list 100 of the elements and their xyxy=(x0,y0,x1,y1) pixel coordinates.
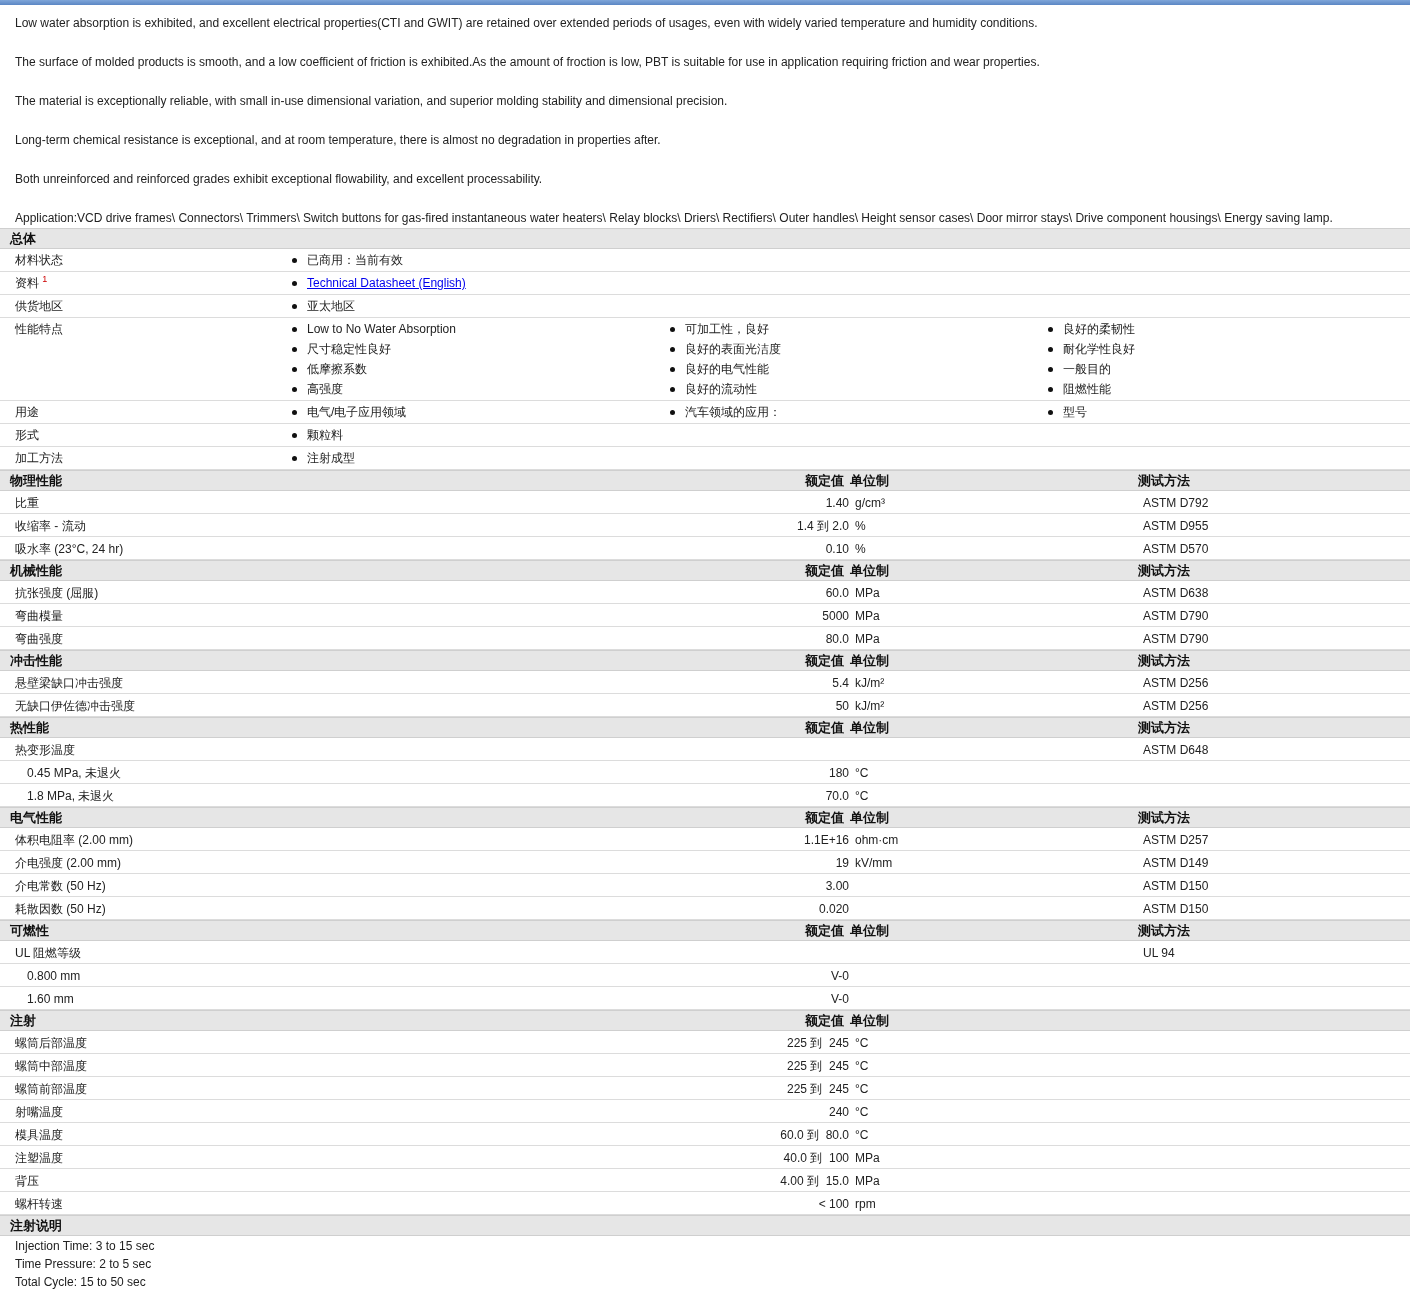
property-value: 可加工性，良好 xyxy=(685,321,769,338)
property-value: 高强度 xyxy=(307,381,343,398)
note-text: Total Cycle: 15 to 50 sec xyxy=(15,1274,147,1291)
property-value: 良好的柔韧性 xyxy=(1063,321,1135,338)
property-name: 模具温度 xyxy=(15,1127,64,1144)
bullet-icon xyxy=(1048,326,1053,332)
bullet-icon xyxy=(292,346,297,352)
property-value: 亚太地区 xyxy=(307,298,355,315)
property-label: 性能特点 xyxy=(15,321,64,338)
unit-text: °C xyxy=(855,765,870,782)
column-header: 测试方法 xyxy=(1137,922,1191,940)
property-value: 225 到 245 xyxy=(785,1058,850,1075)
column-header: 额定值 xyxy=(804,652,845,670)
property-value: 60.0 xyxy=(824,585,850,602)
test-method: ASTM D638 xyxy=(1142,585,1210,602)
property-value: 1.1E+16 xyxy=(802,832,850,849)
section-title: 注射 xyxy=(10,1012,37,1030)
unit-text: ohm·cm xyxy=(855,832,900,849)
property-name: 射嘴温度 xyxy=(15,1104,64,1121)
test-method: ASTM D570 xyxy=(1142,541,1210,558)
property-name: 0.45 MPa, 未退火 xyxy=(27,765,123,782)
test-method: ASTM D790 xyxy=(1142,608,1210,625)
test-method: ASTM D790 xyxy=(1142,631,1210,648)
column-header: 测试方法 xyxy=(1137,652,1191,670)
bullet-icon xyxy=(670,326,675,332)
property-name: 0.800 mm xyxy=(27,968,82,985)
column-header: 单位制 xyxy=(850,922,890,940)
property-name: 螺杆转速 xyxy=(15,1196,64,1213)
test-method: ASTM D256 xyxy=(1142,698,1210,715)
property-name: 背压 xyxy=(15,1173,40,1190)
bullet-icon xyxy=(670,366,675,372)
column-header: 单位制 xyxy=(850,652,890,670)
unit-text: kV/mm xyxy=(855,855,894,872)
column-header: 单位制 xyxy=(850,1012,890,1030)
property-name: 吸水率 (23°C, 24 hr) xyxy=(15,541,125,558)
property-value: 4.00 到 15.0 xyxy=(779,1173,850,1190)
test-method: ASTM D257 xyxy=(1142,832,1210,849)
property-value: 80.0 xyxy=(824,631,850,648)
bullet-icon xyxy=(292,366,297,372)
unit-text: g/cm³ xyxy=(855,495,886,512)
unit-text: °C xyxy=(855,1104,870,1121)
property-name: 螺筒后部温度 xyxy=(15,1035,88,1052)
property-value: 0.10 xyxy=(824,541,850,558)
bullet-icon xyxy=(670,409,675,415)
bullet-icon xyxy=(292,303,297,309)
unit-text: MPa xyxy=(855,1150,881,1167)
property-value: 19 xyxy=(834,855,850,872)
property-value: Low to No Water Absorption xyxy=(307,321,456,338)
property-value: 5.4 xyxy=(831,675,850,692)
property-value: 阻燃性能 xyxy=(1063,381,1111,398)
property-value: 240 xyxy=(827,1104,850,1121)
property-name: 抗张强度 (屈服) xyxy=(15,585,100,602)
property-value: 1.4 到 2.0 xyxy=(795,518,850,535)
property-name: 螺筒中部温度 xyxy=(15,1058,88,1075)
description-paragraph: Long-term chemical resistance is exceptional, and at room temperature, there is almost no degradation in properties after. xyxy=(15,132,662,149)
property-label: 供货地区 xyxy=(15,298,64,315)
property-name: 1.8 MPa, 未退火 xyxy=(27,788,116,805)
bullet-icon xyxy=(1048,386,1053,392)
property-value: 180 xyxy=(827,765,850,782)
column-header: 额定值 xyxy=(804,1012,845,1030)
datasheet-link[interactable]: Technical Datasheet (English) xyxy=(307,273,466,293)
note-text: Injection Time: 3 to 15 sec xyxy=(15,1238,156,1255)
column-header: 测试方法 xyxy=(1137,562,1191,580)
unit-text: rpm xyxy=(855,1196,877,1213)
unit-text: % xyxy=(855,518,867,535)
section-title: 物理性能 xyxy=(10,472,63,490)
unit-text: MPa xyxy=(855,585,881,602)
column-header: 测试方法 xyxy=(1137,809,1191,827)
bullet-icon xyxy=(292,432,297,438)
bullet-icon xyxy=(292,386,297,392)
property-name: UL 阻燃等级 xyxy=(15,945,83,962)
column-header: 测试方法 xyxy=(1137,472,1191,490)
column-header: 单位制 xyxy=(850,472,890,490)
unit-text: °C xyxy=(855,1035,870,1052)
property-value: 型号 xyxy=(1063,404,1087,421)
section-title: 冲击性能 xyxy=(10,652,63,670)
unit-text: kJ/m² xyxy=(855,675,886,692)
bullet-icon xyxy=(292,280,297,286)
property-name: 悬壁梁缺口冲击强度 xyxy=(15,675,124,692)
test-method: ASTM D648 xyxy=(1142,742,1210,759)
test-method: ASTM D150 xyxy=(1142,901,1210,918)
property-value: 已商用：当前有效 xyxy=(307,252,403,269)
column-header: 测试方法 xyxy=(1137,719,1191,737)
property-name: 介电强度 (2.00 mm) xyxy=(15,855,122,872)
property-value: 尺寸稳定性良好 xyxy=(307,341,391,358)
section-title: 热性能 xyxy=(10,719,50,737)
unit-text: MPa xyxy=(855,608,881,625)
property-value: 3.00 xyxy=(824,878,850,895)
description-paragraph: Application:VCD drive frames\ Connectors\ Trimmers\ Switch buttons for gas-fired instantaneous water heaters\ Relay blocks\ Driers\ Rectifiers\ Outer handles\ Height sensor cases\ Door mirror stays\ Drive component housings\ Energy saving lamp. xyxy=(15,210,1334,227)
property-label: 用途 xyxy=(15,404,40,421)
property-name: 比重 xyxy=(15,495,40,512)
test-method: ASTM D150 xyxy=(1142,878,1210,895)
bullet-icon xyxy=(1048,366,1053,372)
property-value: 5000 xyxy=(821,608,850,625)
property-name: 介电常数 (50 Hz) xyxy=(15,878,107,895)
property-value: V-0 xyxy=(830,968,850,985)
bullet-icon xyxy=(292,326,297,332)
bullet-icon xyxy=(670,386,675,392)
property-name: 热变形温度 xyxy=(15,742,76,759)
property-label: 材料状态 xyxy=(15,252,64,269)
